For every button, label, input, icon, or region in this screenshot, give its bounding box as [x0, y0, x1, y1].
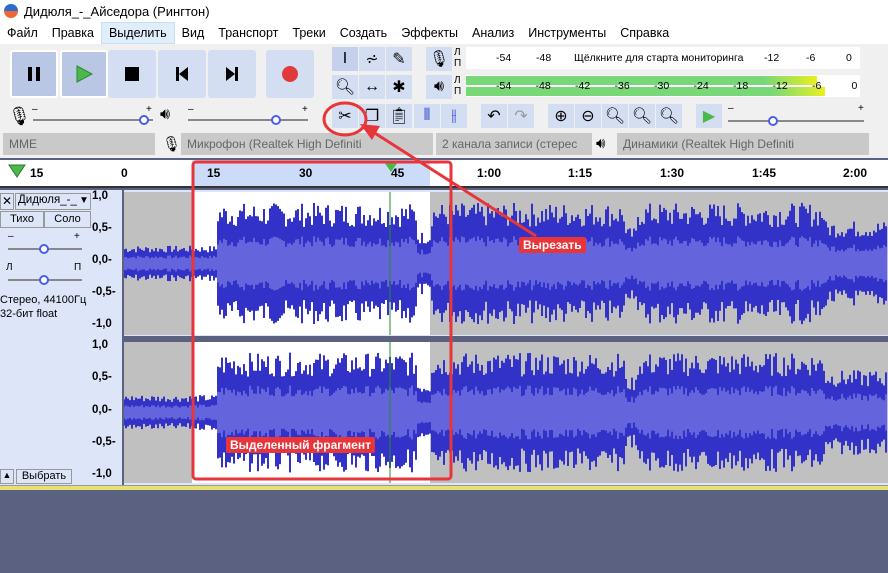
- selection-annotation: Выделенный фрагмент: [226, 437, 375, 453]
- selection-frame: [191, 160, 453, 481]
- arrow-head-icon: [360, 124, 380, 140]
- arrow-line: [369, 128, 537, 238]
- cut-annotation: Вырезать: [519, 237, 586, 253]
- annotation-overlay: [191, 101, 537, 481]
- highlight-circle: [322, 101, 368, 137]
